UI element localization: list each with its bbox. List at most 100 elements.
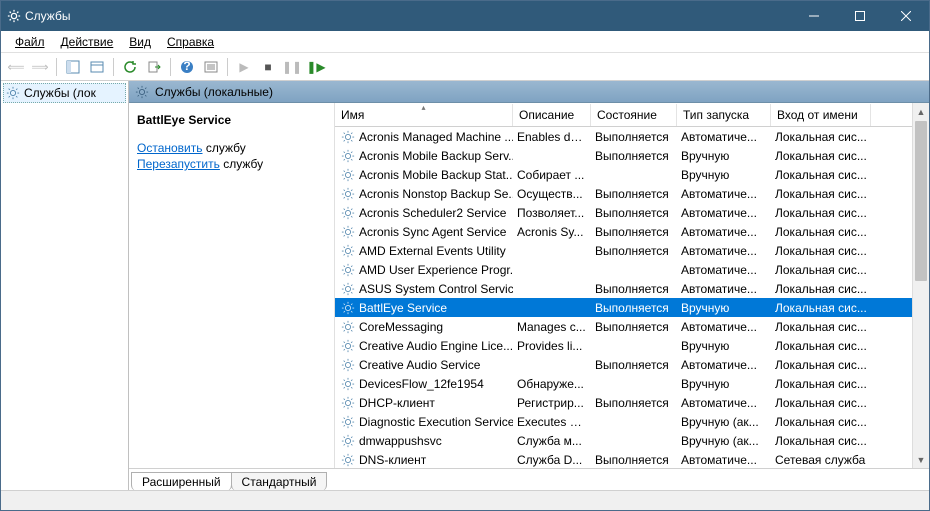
service-row[interactable]: Creative Audio ServiceВыполняетсяАвтомат… — [335, 355, 912, 374]
cell-description: Enables da... — [513, 130, 591, 144]
list-header: ▴Имя Описание Состояние Тип запуска Вход… — [335, 103, 912, 127]
list-rows: Acronis Managed Machine ...Enables da...… — [335, 127, 912, 468]
menu-file[interactable]: Файл — [7, 33, 53, 51]
service-row[interactable]: Creative Audio Engine Lice...Provides li… — [335, 336, 912, 355]
cell-state: Выполняется — [591, 206, 677, 220]
cell-state: Выполняется — [591, 244, 677, 258]
pause-service-button[interactable]: ❚❚ — [281, 56, 303, 78]
cell-description: Позволяет... — [513, 206, 591, 220]
menu-action[interactable]: Действие — [53, 33, 122, 51]
cell-name: DevicesFlow_12fe1954 — [337, 377, 513, 391]
vertical-scrollbar[interactable]: ▲ ▼ — [912, 103, 929, 468]
start-service-button[interactable]: ▶ — [233, 56, 255, 78]
toolbar-props-button[interactable] — [200, 56, 222, 78]
maximize-button[interactable] — [837, 1, 883, 31]
cell-startup: Автоматиче... — [677, 282, 771, 296]
column-logon[interactable]: Вход от имени — [771, 104, 871, 126]
service-row[interactable]: DevicesFlow_12fe1954Обнаруже...ВручнуюЛо… — [335, 374, 912, 393]
cell-logon: Локальная сис... — [771, 339, 871, 353]
service-row[interactable]: dmwappushsvcСлужба м...Вручную (ак...Лок… — [335, 431, 912, 450]
restart-suffix: службу — [220, 157, 263, 171]
cell-logon: Локальная сис... — [771, 396, 871, 410]
scroll-up-icon[interactable]: ▲ — [913, 103, 929, 120]
menu-help[interactable]: Справка — [159, 33, 222, 51]
service-row[interactable]: Acronis Managed Machine ...Enables da...… — [335, 127, 912, 146]
cell-logon: Локальная сис... — [771, 149, 871, 163]
tab-standard[interactable]: Стандартный — [231, 472, 328, 490]
service-row[interactable]: BattlEye ServiceВыполняетсяВручнуюЛокаль… — [335, 298, 912, 317]
cell-startup: Вручную — [677, 168, 771, 182]
refresh-button[interactable] — [119, 56, 141, 78]
scroll-down-icon[interactable]: ▼ — [913, 451, 929, 468]
column-description[interactable]: Описание — [513, 104, 591, 126]
restart-service-button[interactable]: ❚▶ — [305, 56, 327, 78]
cell-startup: Вручную — [677, 301, 771, 315]
service-row[interactable]: DNS-клиентСлужба D...ВыполняетсяАвтомати… — [335, 450, 912, 468]
cell-logon: Локальная сис... — [771, 358, 871, 372]
cell-description: Provides li... — [513, 339, 591, 353]
service-row[interactable]: Acronis Sync Agent ServiceAcronis Sy...В… — [335, 222, 912, 241]
export-button[interactable] — [143, 56, 165, 78]
column-state[interactable]: Состояние — [591, 104, 677, 126]
cell-name: DHCP-клиент — [337, 396, 513, 410]
cell-startup: Автоматиче... — [677, 130, 771, 144]
cell-state: Выполняется — [591, 282, 677, 296]
cell-name: ASUS System Control Service — [337, 282, 513, 296]
service-row[interactable]: DHCP-клиентРегистрир...ВыполняетсяАвтома… — [335, 393, 912, 412]
service-row[interactable]: ASUS System Control Service ВыполняетсяАв… — [335, 279, 912, 298]
stop-service-link[interactable]: Остановить — [137, 141, 203, 155]
cell-logon: Локальная сис... — [771, 168, 871, 182]
cell-state: Выполняется — [591, 187, 677, 201]
service-row[interactable]: Acronis Mobile Backup Serv...Выполняется… — [335, 146, 912, 165]
cell-logon: Локальная сис... — [771, 225, 871, 239]
show-hide-tree-button[interactable] — [62, 56, 84, 78]
cell-description: Регистрир... — [513, 396, 591, 410]
properties-button[interactable] — [86, 56, 108, 78]
gear-icon — [6, 86, 20, 100]
cell-state: Выполняется — [591, 130, 677, 144]
help-button[interactable]: ? — [176, 56, 198, 78]
minimize-button[interactable] — [791, 1, 837, 31]
menu-view[interactable]: Вид — [121, 33, 159, 51]
forward-button[interactable]: ⟹ — [29, 56, 51, 78]
cell-description: Acronis Sy... — [513, 225, 591, 239]
gear-icon — [135, 85, 149, 99]
cell-name: Acronis Managed Machine ... — [337, 130, 513, 144]
gear-icon — [7, 9, 21, 23]
cell-name: Acronis Mobile Backup Serv... — [337, 149, 513, 163]
service-row[interactable]: CoreMessagingManages c...ВыполняетсяАвто… — [335, 317, 912, 336]
cell-name: AMD User Experience Progr... — [337, 263, 513, 277]
service-row[interactable]: AMD User Experience Progr...Автоматиче..… — [335, 260, 912, 279]
tab-extended[interactable]: Расширенный — [131, 472, 232, 490]
cell-name: Acronis Scheduler2 Service — [337, 206, 513, 220]
stop-service-button[interactable]: ■ — [257, 56, 279, 78]
cell-name: Diagnostic Execution Service — [337, 415, 513, 429]
titlebar: Службы — [1, 1, 929, 31]
back-button[interactable]: ⟸ — [5, 56, 27, 78]
service-row[interactable]: Diagnostic Execution ServiceExecutes di.… — [335, 412, 912, 431]
column-startup[interactable]: Тип запуска — [677, 104, 771, 126]
close-button[interactable] — [883, 1, 929, 31]
scroll-thumb[interactable] — [915, 121, 927, 281]
cell-logon: Локальная сис... — [771, 282, 871, 296]
services-list: ▴Имя Описание Состояние Тип запуска Вход… — [335, 103, 912, 468]
service-row[interactable]: Acronis Scheduler2 ServiceПозволяет...Вы… — [335, 203, 912, 222]
cell-startup: Вручную — [677, 377, 771, 391]
cell-state: Выполняется — [591, 320, 677, 334]
cell-name: DNS-клиент — [337, 453, 513, 467]
content-header-text: Службы (локальные) — [155, 85, 273, 99]
tree-root-services[interactable]: Службы (лок — [3, 83, 126, 103]
cell-startup: Автоматиче... — [677, 225, 771, 239]
cell-logon: Локальная сис... — [771, 320, 871, 334]
service-row[interactable]: Acronis Mobile Backup Stat...Собирает ..… — [335, 165, 912, 184]
cell-startup: Автоматиче... — [677, 187, 771, 201]
column-name[interactable]: ▴Имя — [335, 104, 513, 126]
main-area: Службы (лок Службы (локальные) BattlEye … — [1, 81, 929, 490]
cell-description: Собирает ... — [513, 168, 591, 182]
service-row[interactable]: AMD External Events UtilityВыполняетсяАв… — [335, 241, 912, 260]
svg-text:?: ? — [183, 60, 190, 73]
content-header: Службы (локальные) — [129, 81, 929, 103]
service-row[interactable]: Acronis Nonstop Backup Se...Осуществ...В… — [335, 184, 912, 203]
cell-logon: Локальная сис... — [771, 206, 871, 220]
restart-service-link[interactable]: Перезапустить — [137, 157, 220, 171]
